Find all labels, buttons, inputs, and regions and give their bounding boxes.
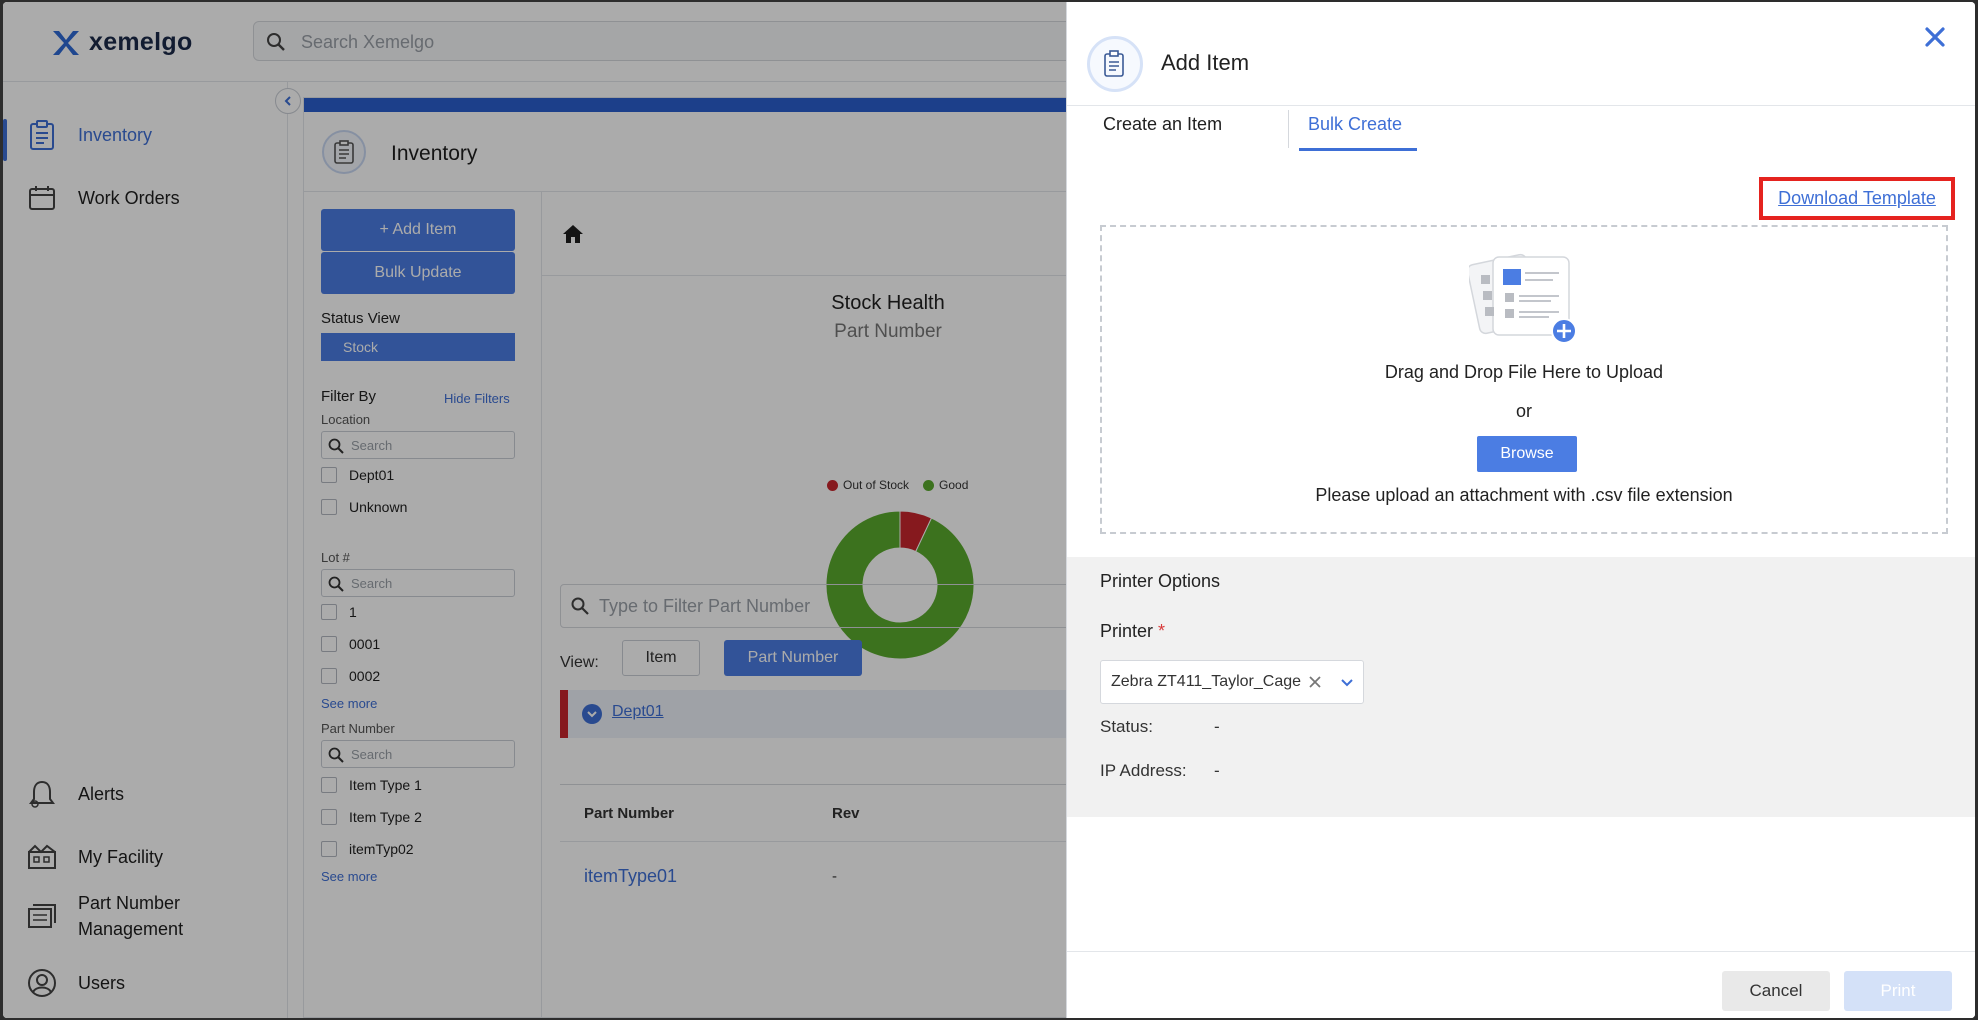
ip-address-label: IP Address: — [1100, 761, 1187, 780]
ip-address-value: - — [1214, 761, 1220, 780]
printer-select[interactable]: Zebra ZT411_Taylor_Cage — [1100, 660, 1364, 704]
tab-bulk-create[interactable]: Bulk Create — [1308, 114, 1402, 135]
close-icon — [1925, 27, 1945, 47]
tab-create-an-item[interactable]: Create an Item — [1103, 114, 1222, 135]
file-extension-hint: Please upload an attachment with .csv fi… — [1315, 485, 1733, 505]
dropzone-or: or — [1515, 401, 1532, 421]
file-dropzone[interactable]: Drag and Drop File Here to Upload or Bro… — [1100, 225, 1948, 534]
browse-button[interactable]: Browse — [1477, 436, 1577, 472]
selected-printer: Zebra ZT411_Taylor_Cage — [1111, 673, 1302, 690]
print-button[interactable]: Print — [1844, 971, 1952, 1011]
cancel-button[interactable]: Cancel — [1722, 971, 1830, 1011]
clear-icon[interactable] — [1307, 674, 1323, 690]
download-template-highlight: Download Template — [1759, 177, 1955, 220]
status-label: Status: — [1100, 717, 1153, 736]
modal-footer: Cancel Print — [1067, 951, 1975, 1018]
document-upload-icon — [1469, 253, 1577, 344]
printer-options-section: Printer Options Printer * Zebra ZT411_Ta… — [1067, 557, 1975, 817]
clipboard-icon — [1087, 36, 1143, 92]
app-window: xemelgo Search Xemelgo Inventory Work Or… — [3, 2, 1975, 1018]
tab-divider — [1288, 110, 1289, 148]
close-button[interactable] — [1920, 22, 1950, 52]
printer-label-text: Printer — [1100, 621, 1154, 641]
download-template-link[interactable]: Download Template — [1778, 188, 1936, 209]
printer-label: Printer * — [1100, 621, 1165, 642]
active-tab-indicator — [1299, 148, 1417, 151]
dropzone-instruction: Drag and Drop File Here to Upload — [1384, 362, 1664, 382]
chevron-down-icon[interactable] — [1339, 674, 1355, 690]
status-value: - — [1214, 717, 1220, 736]
add-item-modal: Add Item Create an Item Bulk Create Down… — [1066, 2, 1975, 1018]
modal-header: Add Item — [1067, 2, 1975, 106]
required-marker: * — [1158, 621, 1166, 641]
modal-title: Add Item — [1161, 50, 1250, 75]
printer-options-heading: Printer Options — [1100, 571, 1221, 591]
